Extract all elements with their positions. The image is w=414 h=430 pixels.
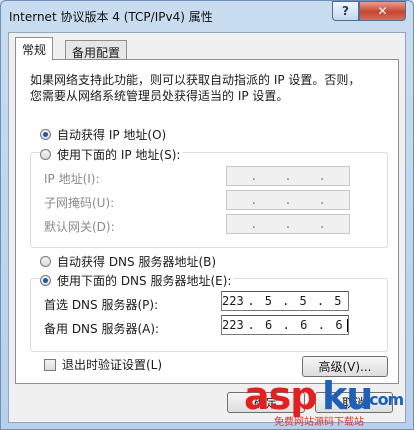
close-icon: ✕ [377,4,388,18]
radio-auto-dns[interactable]: 自动获得 DNS 服务器地址(B) [40,253,216,270]
octet-dot: . [250,217,258,231]
alternate-dns-input[interactable]: 223. 6. 6. 6 [221,315,349,335]
window-title: Internet 协议版本 4 (TCP/IPv4) 属性 [9,10,213,24]
radio-unselected-icon [40,149,51,160]
octet-dot: . [318,217,326,231]
octet-dot: . [250,169,258,183]
octet-dot: . [284,217,292,231]
octet-dot: . [247,318,255,332]
octet-dot: . [247,294,255,308]
default-gateway-label: 默认网关(D): [44,220,115,234]
alternate-dns-label: 备用 DNS 服务器(A): [44,322,160,336]
octet: 6 [300,318,308,332]
watermark-brand-a: asp [244,374,317,418]
octet-dot: . [284,193,292,207]
octet: 223 [222,318,244,332]
octet-dot: . [284,169,292,183]
preferred-dns-input[interactable]: 223. 5. 5. 5 [221,291,349,311]
radio-manual-ip-label: 使用下面的 IP 地址(S): [57,148,181,162]
checkbox-unchecked-icon [44,358,56,371]
close-button[interactable]: ✕ [359,1,406,21]
default-gateway-input[interactable]: . . . [226,214,350,234]
watermark-brand-c: .com [364,390,404,409]
octet: 5 [299,294,307,308]
description-text: 如果网络支持此功能，则可以获取自动指派的 IP 设置。否则， 您需要从网络系统管… [30,72,390,104]
octet-dot: . [318,169,326,183]
radio-manual-dns[interactable]: 使用下面的 DNS 服务器地址(E): [40,272,235,289]
octet-dot: . [250,193,258,207]
octet-dot: . [316,294,325,308]
description-line-2: 您需要从网络系统管理员处获得适当的 IP 设置。 [30,89,289,103]
radio-auto-dns-label: 自动获得 DNS 服务器地址(B) [57,255,217,269]
radio-unselected-icon [40,256,51,267]
watermark-logo: asp ku .com 免费网站源码下载站 [244,374,408,428]
radio-auto-ip-label: 自动获得 IP 地址(O) [57,128,167,142]
subnet-mask-label: 子网掩码(U): [44,196,115,210]
preferred-dns-label: 首选 DNS 服务器(P): [44,298,159,312]
subnet-mask-input[interactable]: . . . [226,190,350,210]
radio-manual-ip[interactable]: 使用下面的 IP 地址(S): [40,146,184,163]
ip-address-input[interactable]: . . . [226,166,350,186]
text-caret [347,318,349,332]
octet-dot: . [282,294,290,308]
validate-on-exit-checkbox[interactable]: 退出时验证设置(L) [44,356,162,373]
help-button[interactable]: ? [332,1,359,21]
description-line-1: 如果网络支持此功能，则可以获取自动指派的 IP 设置。否则， [30,73,361,87]
tab-alternate-configuration[interactable]: 备用配置 [65,40,128,60]
radio-manual-dns-label: 使用下面的 DNS 服务器地址(E): [57,274,232,288]
title-bar[interactable]: Internet 协议版本 4 (TCP/IPv4) 属性 ? ✕ [1,1,413,31]
octet-dot: . [318,193,326,207]
radio-selected-icon [40,275,51,286]
radio-selected-icon [40,129,51,140]
ip-address-label: IP 地址(I): [44,172,100,186]
validate-on-exit-label: 退出时验证设置(L) [62,358,163,372]
dialog-client-area: 常规 备用配置 如果网络支持此功能，则可以获取自动指派的 IP 设置。否则， 您… [8,32,406,423]
radio-auto-ip[interactable]: 自动获得 IP 地址(O) [40,126,166,143]
watermark-subtitle: 免费网站源码下载站 [274,417,364,428]
octet-dot: . [317,318,325,332]
octet: 223 [222,294,244,308]
octet: 5 [334,294,342,308]
octet: 6 [265,318,273,332]
octet: 6 [335,318,343,332]
general-tab-panel: 如果网络支持此功能，则可以获取自动指派的 IP 设置。否则， 您需要从网络系统管… [15,59,399,384]
dialog-window: Internet 协议版本 4 (TCP/IPv4) 属性 ? ✕ 常规 备用配… [0,0,414,430]
octet: 5 [264,294,272,308]
octet-dot: . [282,318,290,332]
tab-general[interactable]: 常规 [15,37,54,60]
